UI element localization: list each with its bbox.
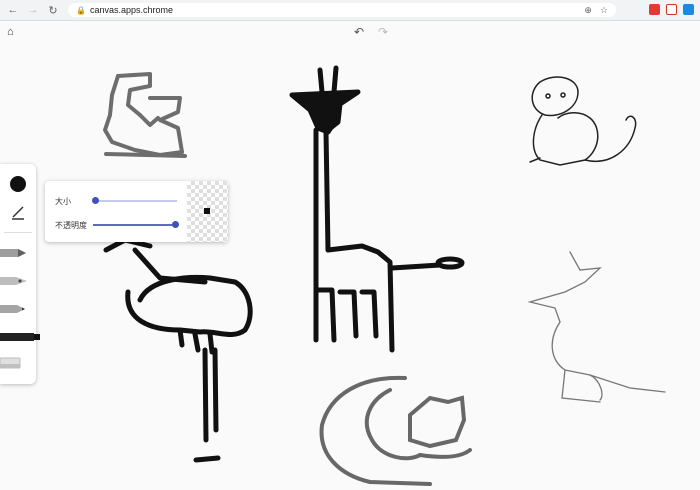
eraser-tool-icon[interactable] (0, 356, 22, 370)
brush-size-icon[interactable] (10, 204, 26, 220)
size-slider[interactable] (92, 197, 177, 204)
giraffe-doodle (289, 65, 465, 353)
back-icon[interactable]: ← (6, 3, 20, 17)
address-bar[interactable]: 🔒 canvas.apps.chrome ⊕ ☆ (68, 3, 616, 17)
pelican-doodle (103, 72, 187, 158)
squirrel-doodle (319, 375, 472, 486)
lock-icon: 🔒 (76, 5, 86, 15)
gmail-icon[interactable] (666, 4, 677, 15)
redo-icon[interactable]: ↷ (378, 25, 388, 39)
brush-settings-panel: 大小 不透明度 (45, 181, 228, 242)
undo-icon[interactable]: ↶ (354, 25, 364, 39)
forward-icon[interactable]: → (26, 3, 40, 17)
opacity-label: 不透明度 (55, 221, 87, 230)
url-text: canvas.apps.chrome (90, 5, 174, 15)
extension-1-icon[interactable] (649, 4, 660, 15)
site-info-icon[interactable]: ⊕ (584, 5, 592, 16)
app-toolbar: ⌂ ↶ ↷ (0, 21, 700, 43)
pencil-tool-icon[interactable] (0, 302, 30, 316)
extension-3-icon[interactable] (683, 4, 694, 15)
opacity-slider[interactable] (93, 221, 179, 228)
opacity-slider-thumb[interactable] (172, 221, 179, 228)
fountain-pen-tool-icon[interactable] (0, 274, 30, 288)
marker-tool-icon[interactable] (0, 330, 42, 344)
kangaroo-doodle (527, 251, 666, 403)
home-icon[interactable]: ⌂ (7, 26, 19, 38)
color-picker-button[interactable] (10, 176, 26, 192)
size-slider-thumb[interactable] (92, 197, 99, 204)
bookmark-star-icon[interactable]: ☆ (600, 5, 608, 16)
tool-rail (0, 164, 40, 384)
reload-icon[interactable]: ↻ (46, 3, 60, 17)
opacity-row: 不透明度 (55, 220, 87, 231)
size-row: 大小 (55, 196, 71, 207)
brush-preview-dot (204, 208, 210, 214)
rail-divider (4, 232, 32, 233)
drawing-canvas[interactable] (0, 43, 700, 490)
flamingo-doodle (103, 237, 253, 463)
monkey-doodle (529, 76, 637, 166)
pen-tool-icon[interactable] (0, 246, 30, 260)
brush-preview (187, 181, 228, 242)
browser-toolbar: ← → ↻ ⌂ 🔒 canvas.apps.chrome ⊕ ☆ (0, 0, 700, 21)
size-label: 大小 (55, 197, 71, 206)
